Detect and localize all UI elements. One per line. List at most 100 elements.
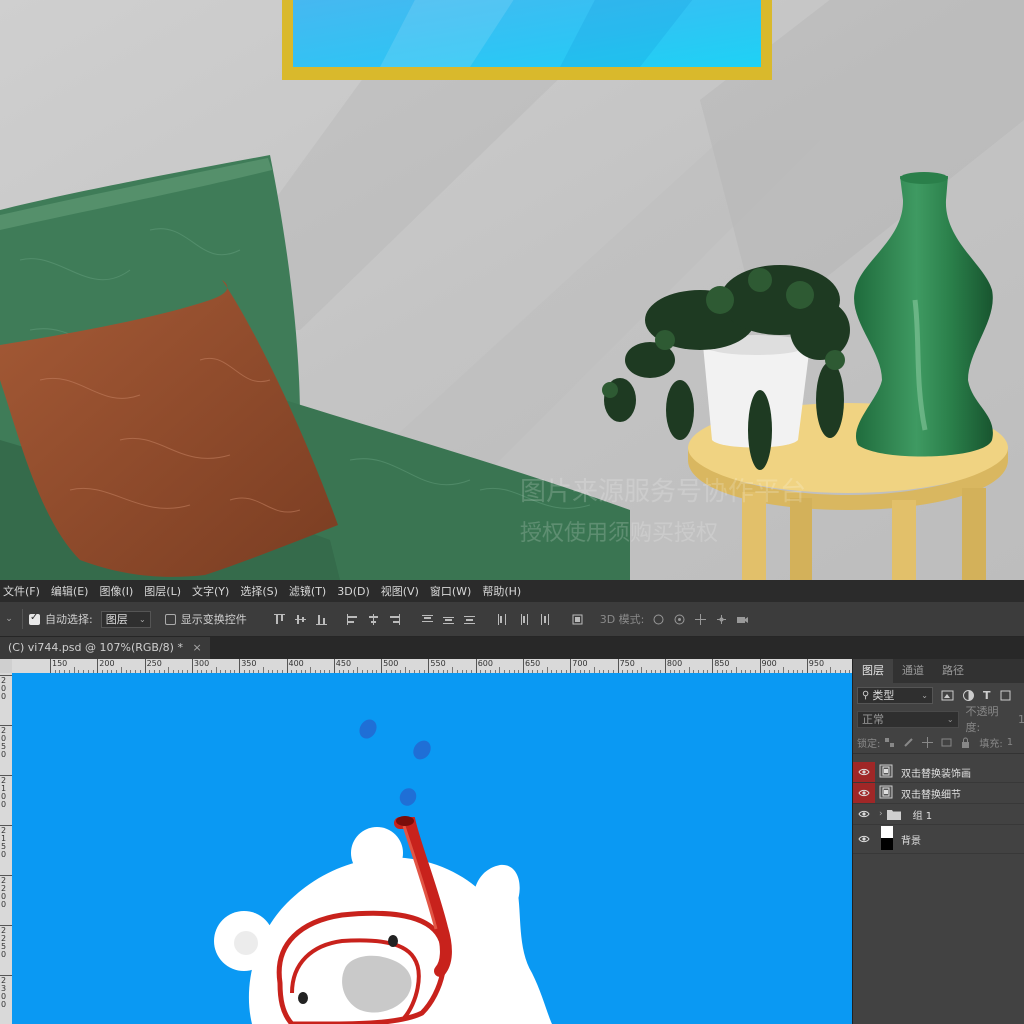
ruler-label: 450 xyxy=(335,659,352,668)
align-vertical-centers-icon[interactable] xyxy=(294,613,307,626)
close-icon[interactable]: × xyxy=(192,641,201,654)
lock-transparent-pixels-icon[interactable] xyxy=(883,736,896,749)
tab-paths[interactable]: 路径 xyxy=(933,659,973,683)
layer-name: 组 1 xyxy=(912,810,933,822)
lock-label: 锁定: xyxy=(857,738,881,750)
distribute-right-edges-icon[interactable] xyxy=(538,613,551,626)
3d-roll-icon[interactable] xyxy=(673,613,686,626)
layer-row[interactable]: › 组 1 xyxy=(853,804,1024,825)
ruler-major-tick xyxy=(759,659,761,673)
ruler-label: 2 2 0 0 xyxy=(1,876,7,909)
menu-item[interactable]: 3D(D) xyxy=(334,585,378,598)
document-canvas[interactable] xyxy=(12,673,852,1024)
visibility-eye-icon[interactable] xyxy=(853,762,875,782)
show-transform-controls-checkbox[interactable] xyxy=(164,613,176,625)
ruler-label: 900 xyxy=(761,659,777,668)
blend-opacity-row: 正常 ⌄ 不透明度: 1 xyxy=(853,705,1024,734)
distribute-left-edges-icon[interactable] xyxy=(496,613,509,626)
menu-item[interactable]: 文件(F) xyxy=(0,583,48,599)
ruler-major-tick xyxy=(381,659,383,673)
menu-item[interactable]: 滤镜(T) xyxy=(286,583,334,599)
layer-row[interactable]: 背景 xyxy=(853,825,1024,854)
menu-item[interactable]: 帮助(H) xyxy=(479,583,529,599)
layers-panel: 图层 通道 路径 ⚲ 类型 ⌄ T 正常 ⌄ 不透明度: 1 锁定: 填充: 1… xyxy=(852,659,1024,1024)
fill-value[interactable]: 1 xyxy=(1007,737,1013,748)
3d-pan-icon[interactable] xyxy=(694,613,707,626)
layer-name: 双击替换装饰画 xyxy=(901,768,971,780)
chevron-down-icon: ⌄ xyxy=(139,614,146,624)
ruler-label: 2 3 0 0 xyxy=(1,976,7,1009)
separator xyxy=(22,609,23,629)
layer-row[interactable]: 双击替换装饰画 xyxy=(853,762,1024,783)
filter-adjustment-icon[interactable] xyxy=(962,689,975,702)
visibility-eye-icon[interactable] xyxy=(853,825,875,853)
ruler-label: 750 xyxy=(619,659,635,668)
lock-image-pixels-icon[interactable] xyxy=(902,736,915,749)
menu-item[interactable]: 窗口(W) xyxy=(427,583,479,599)
3d-rotate-icon[interactable] xyxy=(652,613,665,626)
menu-item[interactable]: 选择(S) xyxy=(237,583,286,599)
align-top-edges-icon[interactable] xyxy=(273,613,286,626)
tool-preset-chevron-icon[interactable]: ⌄ xyxy=(2,614,16,624)
opacity-label: 不透明度: xyxy=(965,705,999,734)
align-left-edges-icon[interactable] xyxy=(346,613,359,626)
ruler-label: 550 xyxy=(430,659,446,668)
ruler-horizontal[interactable]: 150 200 250 300 350 400 450 500 550 600 650 700 750 8… xyxy=(12,659,852,673)
visibility-eye-icon[interactable] xyxy=(853,804,875,824)
chevron-down-icon: ⌄ xyxy=(946,714,954,724)
auto-select-checkbox[interactable] xyxy=(29,612,40,625)
tab-channels[interactable]: 通道 xyxy=(893,659,933,683)
menu-item[interactable]: 视图(V) xyxy=(378,583,427,599)
menubar: 文件(F) 编辑(E) 图像(I) 图层(L) 文字(Y) 选择(S) 滤镜(T) 3D(D)… xyxy=(0,580,1024,602)
smart-object-thumbnail-icon xyxy=(879,764,893,781)
ruler-label: 300 xyxy=(193,659,210,668)
distribute-top-edges-icon[interactable] xyxy=(421,613,434,626)
document-tab[interactable]: (C) vi744.psd @ 107%(RGB/8) * × xyxy=(0,637,210,659)
search-icon: ⚲ xyxy=(862,689,870,701)
ruler-label: 2 0 5 0 xyxy=(1,726,7,759)
lock-fill-row: 锁定: 填充: 1 xyxy=(853,731,1024,753)
auto-select-target-dropdown[interactable]: 图层 ⌄ xyxy=(100,610,151,628)
ruler-major-tick xyxy=(570,659,572,673)
lock-all-icon[interactable] xyxy=(959,736,972,749)
align-right-edges-icon[interactable] xyxy=(388,613,401,626)
ruler-major-tick xyxy=(144,659,146,673)
filter-type-icon[interactable]: T xyxy=(983,689,991,702)
align-bottom-edges-icon[interactable] xyxy=(315,613,328,626)
3d-slide-icon[interactable] xyxy=(715,613,728,626)
ruler-major-tick xyxy=(286,659,288,673)
ruler-label: 2 1 0 0 xyxy=(1,776,7,809)
menu-item[interactable]: 图像(I) xyxy=(96,583,141,599)
ruler-major-tick xyxy=(664,659,666,673)
ruler-corner[interactable] xyxy=(0,659,12,673)
layer-row[interactable]: 双击替换细节 xyxy=(853,783,1024,804)
filter-pixel-icon[interactable] xyxy=(941,689,954,702)
ruler-label: 500 xyxy=(383,659,399,668)
menu-item[interactable]: 图层(L) xyxy=(141,583,189,599)
ruler-vertical[interactable]: 2 0 0 2 0 5 0 2 1 0 0 2 1 5 0 2 2 0 0 2 2 5 0… xyxy=(0,673,12,1024)
options-bar: ⌄ 自动选择: 图层 ⌄ 显示变换控件 3D 模式: xyxy=(0,602,1024,637)
polar-bear-snorkel-artwork xyxy=(214,719,552,1024)
menu-item[interactable]: 文字(Y) xyxy=(189,583,237,599)
lock-position-icon[interactable] xyxy=(921,736,934,749)
distribute-bottom-edges-icon[interactable] xyxy=(463,613,476,626)
menu-item[interactable]: 编辑(E) xyxy=(48,583,97,599)
blend-mode-dropdown[interactable]: 正常 ⌄ xyxy=(857,710,959,728)
visibility-eye-icon[interactable] xyxy=(853,783,875,803)
ruler-label: 400 xyxy=(288,659,304,668)
distribute-vertical-centers-icon[interactable] xyxy=(442,613,455,626)
opacity-value[interactable]: 1 xyxy=(1018,713,1024,726)
auto-align-layers-icon[interactable] xyxy=(571,613,584,626)
watermark-line1: 图片来源服务号协作平台 xyxy=(520,477,806,507)
filter-shape-icon[interactable] xyxy=(999,689,1012,702)
layer-filter-kind: 类型 xyxy=(872,688,895,702)
align-horizontal-centers-icon[interactable] xyxy=(367,613,380,626)
layer-name: 双击替换细节 xyxy=(901,789,961,801)
3d-scale-camera-icon[interactable] xyxy=(736,613,749,626)
room-illustration: 图片来源服务号协作平台 授权使用须购买授权 xyxy=(0,0,1024,580)
tab-layers[interactable]: 图层 xyxy=(853,659,893,683)
distribute-horizontal-centers-icon[interactable] xyxy=(517,613,530,626)
ruler-major-tick xyxy=(50,659,51,673)
layer-filter-dropdown[interactable]: ⚲ 类型 ⌄ xyxy=(857,686,933,704)
lock-artboard-icon[interactable] xyxy=(940,736,953,749)
